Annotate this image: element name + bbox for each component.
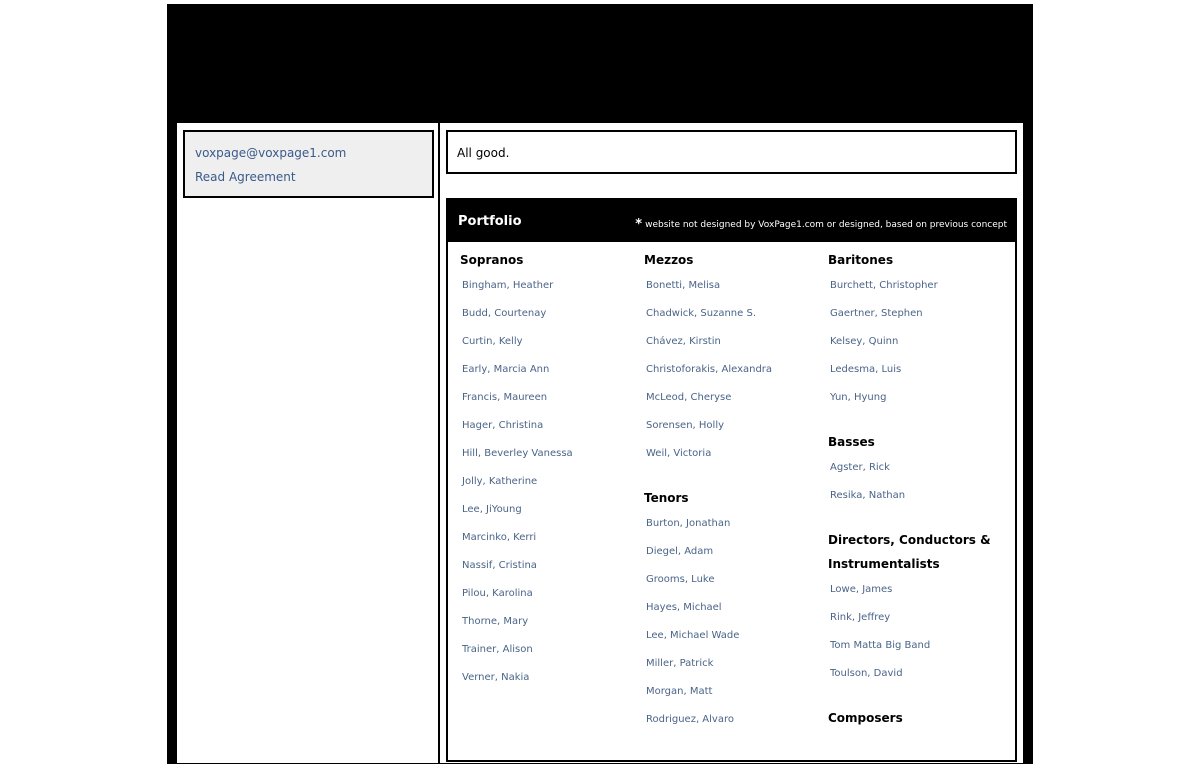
category-block: Composers — [828, 706, 1008, 730]
category-block: Basses Agster, Rick Resika, Nathan — [828, 430, 1008, 510]
artist-link[interactable]: Toulson, David — [828, 660, 1008, 688]
artist-link[interactable]: Budd, Courtenay — [460, 300, 640, 328]
artist-link[interactable]: Agster, Rick — [828, 454, 1008, 482]
artist-link[interactable]: Curtin, Kelly — [460, 328, 640, 356]
column-divider — [438, 123, 440, 763]
note-star: * — [635, 217, 643, 232]
artist-link[interactable]: Lee, JiYoung — [460, 496, 640, 524]
artist-link[interactable]: Gaertner, Stephen — [828, 300, 1008, 328]
artist-link[interactable]: Nassif, Cristina — [460, 552, 640, 580]
artist-link[interactable]: Christoforakis, Alexandra — [644, 356, 824, 384]
status-message: All good. — [457, 146, 510, 160]
category-title: Basses — [828, 435, 875, 449]
artist-link[interactable]: McLeod, Cheryse — [644, 384, 824, 412]
artist-link[interactable]: Lee, Michael Wade — [644, 622, 824, 650]
portfolio-note: * website not designed by VoxPage1.com or… — [635, 216, 1007, 232]
artist-link[interactable]: Diegel, Adam — [644, 538, 824, 566]
artist-list: Bingham, Heather Budd, Courtenay Curtin, K… — [460, 272, 640, 692]
category-block: Baritones Burchett, Christopher Gaertner, … — [828, 248, 1008, 412]
portfolio-column: Sopranos Bingham, Heather Budd, Courtenay C… — [460, 248, 640, 710]
portfolio-header: Portfolio * website not designed by VoxPa… — [448, 200, 1015, 242]
artist-link[interactable]: Resika, Nathan — [828, 482, 1008, 510]
status-message-box: All good. — [446, 130, 1017, 174]
artist-link[interactable]: Early, Marcia Ann — [460, 356, 640, 384]
artist-link[interactable]: Bonetti, Melisa — [644, 272, 824, 300]
artist-link[interactable]: Yun, Hyung — [828, 384, 1008, 412]
artist-list: Bonetti, Melisa Chadwick, Suzanne S. Cháve… — [644, 272, 824, 468]
artist-link[interactable]: Grooms, Luke — [644, 566, 824, 594]
artist-link[interactable]: Verner, Nakia — [460, 664, 640, 692]
category-title: Composers — [828, 711, 903, 725]
artist-link[interactable]: Francis, Maureen — [460, 384, 640, 412]
artist-link[interactable]: Chadwick, Suzanne S. — [644, 300, 824, 328]
portfolio-column: Mezzos Bonetti, Melisa Chadwick, Suzanne S… — [644, 248, 824, 752]
email-link[interactable]: voxpage@voxpage1.com — [195, 146, 346, 160]
artist-link[interactable]: Hager, Christina — [460, 412, 640, 440]
category-title: Directors, Conductors & Instrumentalists — [828, 533, 991, 571]
read-agreement-link[interactable]: Read Agreement — [195, 170, 296, 184]
artist-link[interactable]: Ledesma, Luis — [828, 356, 1008, 384]
portfolio-panel: Portfolio * website not designed by VoxPa… — [446, 198, 1017, 762]
category-block: Sopranos Bingham, Heather Budd, Courtenay C… — [460, 248, 640, 692]
artist-link[interactable]: Miller, Patrick — [644, 650, 824, 678]
artist-link[interactable]: Hill, Beverley Vanessa — [460, 440, 640, 468]
artist-link[interactable]: Tom Matta Big Band — [828, 632, 1008, 660]
artist-link[interactable]: Burchett, Christopher — [828, 272, 1008, 300]
artist-link[interactable]: Rink, Jeffrey — [828, 604, 1008, 632]
category-title: Sopranos — [460, 253, 524, 267]
artist-link[interactable]: Thorne, Mary — [460, 608, 640, 636]
artist-link[interactable]: Marcinko, Kerri — [460, 524, 640, 552]
artist-link[interactable]: Rodriguez, Alvaro — [644, 706, 824, 734]
artist-list: Agster, Rick Resika, Nathan — [828, 454, 1008, 510]
artist-link[interactable]: Chávez, Kirstin — [644, 328, 824, 356]
note-text: website not designed by VoxPage1.com or … — [645, 220, 1007, 230]
artist-link[interactable]: Morgan, Matt — [644, 678, 824, 706]
portfolio-title: Portfolio — [458, 214, 522, 229]
category-block: Mezzos Bonetti, Melisa Chadwick, Suzanne S… — [644, 248, 824, 468]
artist-list: Lowe, James Rink, Jeffrey Tom Matta Big Ba… — [828, 576, 1008, 688]
artist-list: Burchett, Christopher Gaertner, Stephen Ke… — [828, 272, 1008, 412]
artist-link[interactable]: Burton, Jonathan — [644, 510, 824, 538]
artist-link[interactable]: Weil, Victoria — [644, 440, 824, 468]
portfolio-column: Baritones Burchett, Christopher Gaertner, … — [828, 248, 1008, 748]
artist-link[interactable]: Bingham, Heather — [460, 272, 640, 300]
artist-link[interactable]: Hayes, Michael — [644, 594, 824, 622]
category-block: Directors, Conductors & Instrumentalists… — [828, 528, 1008, 688]
category-title: Tenors — [644, 491, 689, 505]
category-title: Mezzos — [644, 253, 694, 267]
sidebar-box: voxpage@voxpage1.com Read Agreement — [183, 130, 434, 198]
artist-link[interactable]: Kelsey, Quinn — [828, 328, 1008, 356]
artist-link[interactable]: Lowe, James — [828, 576, 1008, 604]
artist-link[interactable]: Trainer, Alison — [460, 636, 640, 664]
artist-link[interactable]: Jolly, Katherine — [460, 468, 640, 496]
artist-link[interactable]: Pilou, Karolina — [460, 580, 640, 608]
artist-list: Burton, Jonathan Diegel, Adam Grooms, Luke… — [644, 510, 824, 734]
category-block: Tenors Burton, Jonathan Diegel, Adam Grooms… — [644, 486, 824, 734]
artist-link[interactable]: Sorensen, Holly — [644, 412, 824, 440]
category-title: Baritones — [828, 253, 894, 267]
